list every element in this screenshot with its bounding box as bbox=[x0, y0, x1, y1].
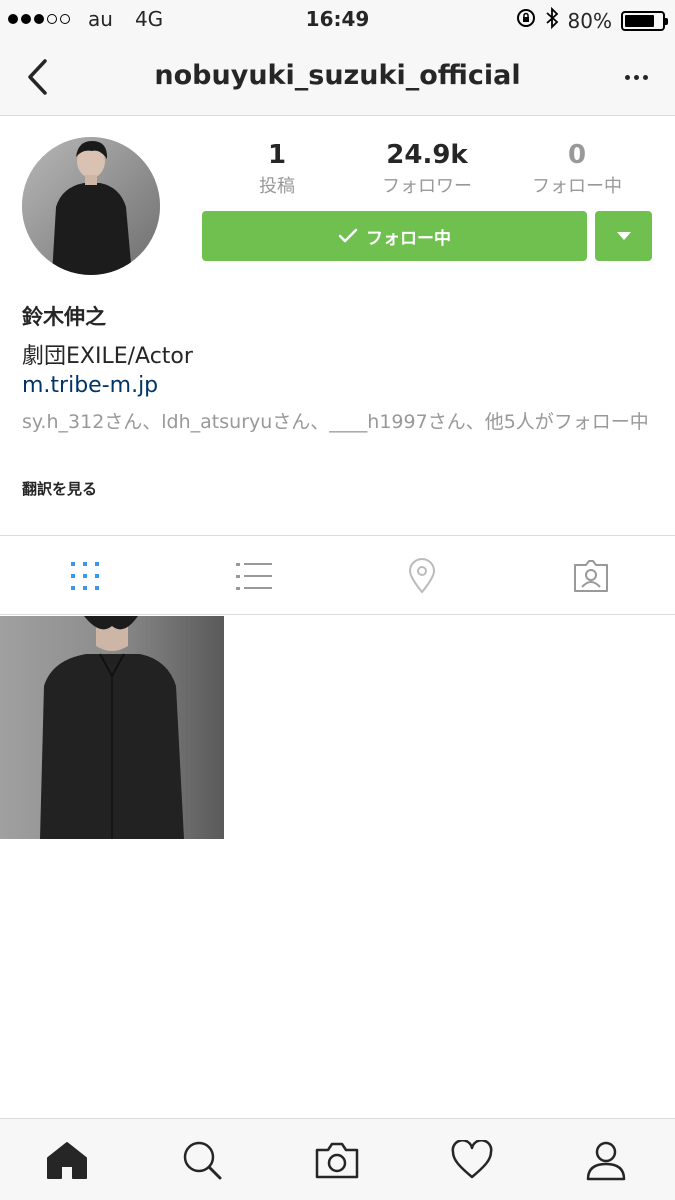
grid-icon bbox=[71, 562, 99, 590]
profile-icon bbox=[586, 1141, 626, 1181]
status-right: 80% bbox=[516, 6, 668, 34]
stat-value: 1 bbox=[267, 140, 287, 170]
tagged-photos-icon bbox=[574, 560, 608, 592]
profile-website-link[interactable]: m.tribe-m.jp bbox=[22, 373, 158, 398]
nav-camera[interactable] bbox=[314, 1137, 360, 1183]
more-options-button[interactable] bbox=[619, 64, 653, 90]
stat-label: フォロワー bbox=[382, 176, 472, 197]
top-nav-bar: nobuyuki_suzuki_official bbox=[0, 40, 675, 116]
following-button[interactable]: フォロー中 bbox=[202, 211, 587, 261]
profile-stats: 1 投稿 24.9k フォロワー 0 フォロー中 bbox=[202, 140, 652, 198]
stat-value: 0 bbox=[567, 140, 587, 170]
nav-home[interactable] bbox=[44, 1137, 90, 1183]
avatar-photo bbox=[22, 137, 160, 275]
status-bar: au 4G 16:49 80% bbox=[0, 0, 675, 40]
caret-down-icon bbox=[616, 232, 631, 240]
tab-tagged[interactable] bbox=[571, 556, 611, 596]
post-thumbnail[interactable] bbox=[0, 616, 224, 839]
suggested-dropdown-button[interactable] bbox=[595, 211, 652, 261]
battery-percent: 80% bbox=[567, 8, 612, 33]
post-photo bbox=[0, 616, 224, 839]
camera-icon bbox=[315, 1142, 359, 1179]
bottom-tab-bar bbox=[0, 1118, 675, 1200]
following-button-label: フォロー中 bbox=[366, 228, 451, 249]
more-dots-icon bbox=[624, 74, 630, 80]
tab-grid[interactable] bbox=[65, 556, 105, 596]
stat-value: 24.9k bbox=[386, 140, 468, 170]
home-icon bbox=[47, 1142, 87, 1179]
followed-by-text[interactable]: sy.h_312さん、ldh_atsuryuさん、____h1997さん、他5人… bbox=[22, 410, 652, 435]
stat-following[interactable]: 0 フォロー中 bbox=[502, 140, 652, 198]
list-icon bbox=[236, 563, 272, 590]
tab-list[interactable] bbox=[234, 556, 274, 596]
battery-icon bbox=[621, 10, 668, 31]
see-translation-link[interactable]: 翻訳を見る bbox=[22, 478, 97, 499]
location-pin-icon bbox=[408, 558, 436, 594]
heart-icon bbox=[451, 1140, 493, 1179]
stat-label: 投稿 bbox=[259, 176, 295, 197]
page-title: nobuyuki_suzuki_official bbox=[154, 60, 521, 91]
profile-name: 鈴木伸之 bbox=[22, 305, 106, 329]
profile-avatar[interactable] bbox=[22, 137, 160, 275]
nav-profile[interactable] bbox=[583, 1137, 629, 1183]
nav-search[interactable] bbox=[179, 1137, 225, 1183]
rotation-lock-icon bbox=[516, 8, 536, 33]
nav-activity[interactable] bbox=[449, 1137, 495, 1183]
bluetooth-icon bbox=[545, 6, 559, 34]
stat-label: フォロー中 bbox=[532, 176, 622, 197]
stat-followers[interactable]: 24.9k フォロワー bbox=[352, 140, 502, 198]
profile-bio: 劇団EXILE/Actor bbox=[22, 344, 193, 369]
battery-level bbox=[625, 14, 654, 27]
tab-map[interactable] bbox=[402, 556, 442, 596]
checkmark-icon bbox=[338, 228, 358, 243]
stat-posts[interactable]: 1 投稿 bbox=[202, 140, 352, 198]
search-icon bbox=[183, 1141, 222, 1180]
profile-view-tabs bbox=[0, 535, 675, 615]
